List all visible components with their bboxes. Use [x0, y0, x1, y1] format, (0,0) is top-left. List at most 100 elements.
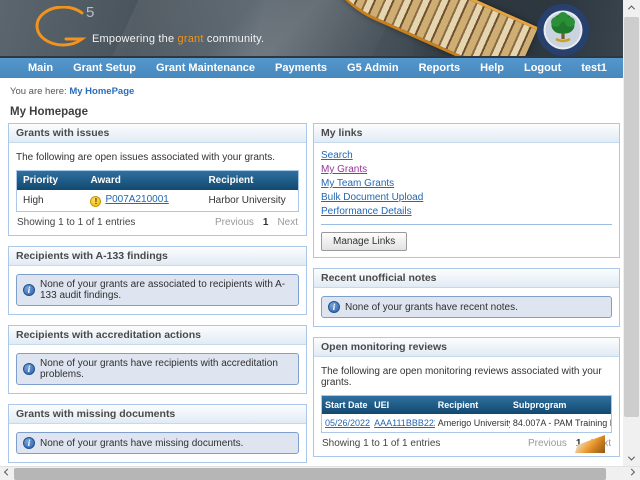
col-priority: Priority [17, 171, 84, 190]
info-text: None of your grants have missing documen… [40, 438, 243, 449]
nav-reports[interactable]: Reports [409, 62, 471, 74]
start-date-link[interactable]: 05/26/2022 [325, 418, 370, 428]
panel-title: Recent unofficial notes [314, 269, 619, 288]
showing-entries: Showing 1 to 1 of 1 entries [17, 217, 135, 228]
info-icon: i [23, 363, 35, 375]
panel-grants-with-issues: Grants with issues The following are ope… [8, 123, 307, 236]
breadcrumb-prefix: You are here: [10, 86, 69, 97]
content-columns: Grants with issues The following are ope… [8, 123, 623, 467]
panel-my-links: My links Search My Grants My Team Grants… [313, 123, 620, 258]
award-cell: ! P007A210001 [84, 190, 202, 211]
nav-logout[interactable]: Logout [514, 62, 571, 74]
recipient-cell: Amerigo University [435, 414, 510, 432]
link-my-grants[interactable]: My Grants [321, 164, 612, 175]
col-award: Award [84, 171, 202, 190]
info-icon: i [23, 437, 35, 449]
subprogram-cell: 84.007A - PAM Training Program [510, 414, 611, 432]
link-my-team-grants[interactable]: My Team Grants [321, 178, 612, 189]
info-message: i None of your grants are associated to … [16, 274, 299, 306]
scroll-up-button[interactable] [624, 0, 639, 15]
col-recipient: Recipient [202, 171, 298, 190]
info-icon: i [23, 284, 35, 296]
start-date-cell: 05/26/2022 [322, 414, 371, 432]
page-title: My Homepage [10, 106, 623, 118]
tagline-suffix: community. [204, 33, 265, 45]
nav-grant-maintenance[interactable]: Grant Maintenance [146, 62, 265, 74]
link-bulk-document-upload[interactable]: Bulk Document Upload [321, 192, 612, 203]
panel-title: Open monitoring reviews [314, 338, 619, 357]
vertical-scroll-thumb[interactable] [624, 17, 639, 417]
manage-links-button[interactable]: Manage Links [321, 232, 407, 251]
chevron-up-icon [628, 5, 635, 12]
breadcrumb: You are here: My HomePage [10, 86, 623, 97]
info-text: None of your grants have recent notes. [345, 302, 518, 313]
warning-icon: ! [90, 196, 101, 207]
panel-title: Recipients with A-133 findings [9, 247, 306, 266]
info-text: None of your grants are associated to re… [40, 279, 292, 301]
panel-a133-findings: Recipients with A-133 findings i None of… [8, 246, 307, 315]
nav-username[interactable]: test1 [571, 62, 617, 74]
monitoring-table: Start Date UEI Recipient Subprogram 05/2… [322, 396, 611, 432]
left-column: Grants with issues The following are ope… [8, 123, 307, 467]
scroll-down-button[interactable] [624, 451, 639, 466]
vertical-scrollbar[interactable] [623, 0, 640, 466]
table-row: High !P007A210001 Harbor University [17, 190, 298, 211]
ed-seal-icon [536, 3, 590, 57]
info-message: i None of your grants have recipients wi… [16, 353, 299, 385]
panel-title: My links [314, 124, 619, 143]
g5-logo-five: 5 [86, 4, 94, 21]
info-icon: i [328, 301, 340, 313]
panel-monitoring-reviews: Open monitoring reviews The following ar… [313, 337, 620, 457]
nav-g5-admin[interactable]: G5 Admin [337, 62, 409, 74]
main-nav: Main Grant Setup Grant Maintenance Payme… [0, 58, 623, 78]
nav-help[interactable]: Help [470, 62, 514, 74]
horizontal-scrollbar[interactable] [0, 466, 640, 480]
col-recipient: Recipient [435, 396, 510, 414]
uei-cell: AAA111BBB222 [371, 414, 435, 432]
right-column: My links Search My Grants My Team Grants… [313, 123, 620, 467]
award-link[interactable]: P007A210001 [105, 194, 168, 205]
info-message: i None of your grants have recent notes. [321, 296, 612, 318]
info-message: i None of your grants have missing docum… [16, 432, 299, 454]
previous-button[interactable]: Previous [528, 438, 567, 449]
panel-title: Grants with missing documents [9, 405, 306, 424]
previous-button[interactable]: Previous [215, 217, 254, 228]
chevron-left-icon [4, 469, 11, 476]
page: 5 Empowering the grant community. [0, 0, 623, 467]
showing-entries: Showing 1 to 1 of 1 entries [322, 438, 440, 449]
nav-payments[interactable]: Payments [265, 62, 337, 74]
pagination: Previous 1 Next [215, 217, 298, 228]
nav-grant-setup[interactable]: Grant Setup [63, 62, 146, 74]
panel-recent-notes: Recent unofficial notes i None of your g… [313, 268, 620, 327]
tagline-highlight: grant [178, 33, 204, 45]
next-button[interactable]: Next [277, 217, 298, 228]
panel-missing-documents: Grants with missing documents i None of … [8, 404, 307, 463]
info-text: None of your grants have recipients with… [40, 358, 292, 380]
scroll-right-button[interactable] [624, 466, 639, 480]
recipient-cell: Harbor University [202, 190, 298, 211]
divider [321, 224, 612, 225]
horizontal-scroll-thumb[interactable] [14, 468, 606, 480]
col-subprogram: Subprogram [510, 396, 611, 414]
table-row: 05/26/2022 AAA111BBB222 Amerigo Universi… [322, 414, 611, 432]
tagline-prefix: Empowering the [92, 33, 178, 45]
link-performance-details[interactable]: Performance Details [321, 206, 612, 217]
col-start-date: Start Date [322, 396, 371, 414]
nav-main[interactable]: Main [18, 62, 63, 74]
chevron-down-icon [628, 454, 635, 461]
app-viewport: 5 Empowering the grant community. [0, 0, 640, 480]
chevron-right-icon [628, 469, 635, 476]
page-number[interactable]: 1 [263, 217, 269, 228]
breadcrumb-link[interactable]: My HomePage [69, 86, 134, 97]
panel-title: Recipients with accreditation actions [9, 326, 306, 345]
link-search[interactable]: Search [321, 150, 612, 161]
uei-link[interactable]: AAA111BBB222 [374, 418, 435, 428]
my-links-list: Search My Grants My Team Grants Bulk Doc… [321, 150, 612, 217]
grants-issues-table: Priority Award Recipient High !P007A2100… [17, 171, 298, 211]
scroll-left-button[interactable] [0, 466, 15, 480]
tagline: Empowering the grant community. [92, 33, 264, 45]
col-uei: UEI [371, 396, 435, 414]
panel-accreditation-actions: Recipients with accreditation actions i … [8, 325, 307, 394]
panel-description: The following are open issues associated… [16, 152, 299, 163]
panel-description: The following are open monitoring review… [321, 366, 612, 388]
